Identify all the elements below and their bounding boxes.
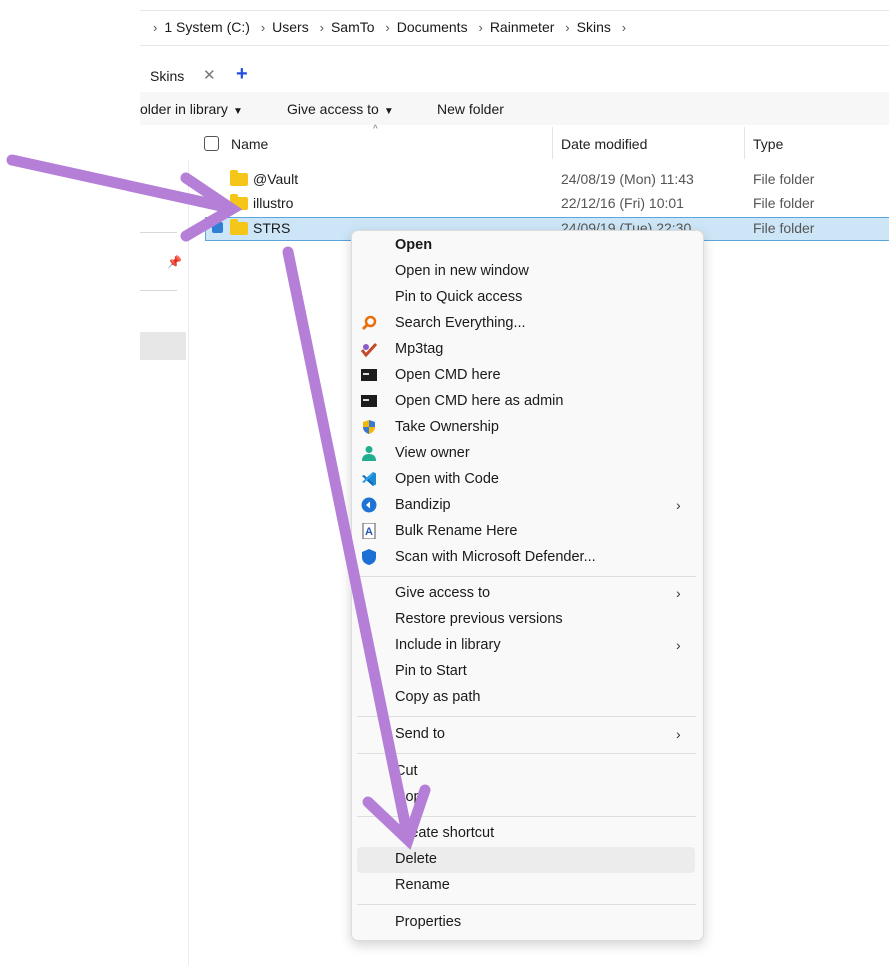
annotation-arrows [6, 154, 431, 850]
annotation-arrow-line [282, 246, 414, 844]
